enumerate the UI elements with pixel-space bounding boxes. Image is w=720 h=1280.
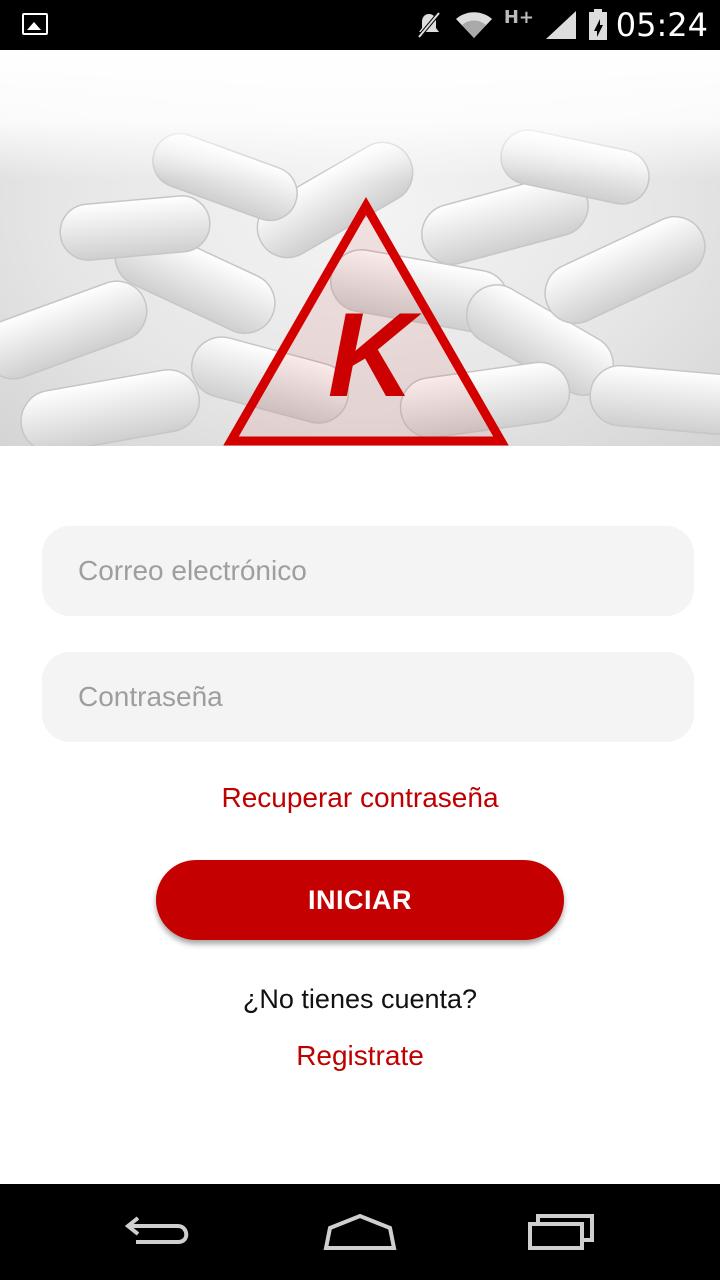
password-field[interactable]	[42, 652, 694, 742]
hero-fade	[0, 50, 720, 180]
hero-banner: K	[0, 50, 720, 446]
back-icon[interactable]	[120, 1208, 200, 1256]
signal-icon	[546, 11, 576, 39]
navigation-bar	[0, 1184, 720, 1280]
network-type: H+	[503, 6, 534, 28]
home-icon[interactable]	[320, 1208, 400, 1256]
image-notification-icon	[22, 13, 48, 35]
muted-icon	[417, 11, 441, 39]
brand-logo: K	[223, 196, 509, 446]
status-icons: H+	[414, 6, 608, 44]
clock: 05:24	[615, 6, 708, 44]
battery-icon	[589, 9, 607, 40]
recent-apps-icon[interactable]	[520, 1208, 600, 1256]
email-field[interactable]	[42, 526, 694, 616]
login-button[interactable]: INICIAR	[156, 860, 564, 940]
recover-password-link[interactable]: Recuperar contraseña	[0, 782, 720, 814]
logo-letter: K	[328, 288, 422, 422]
register-link[interactable]: Registrate	[0, 1040, 720, 1072]
no-account-text: ¿No tienes cuenta?	[242, 984, 478, 1014]
wifi-icon	[455, 12, 492, 38]
status-bar: H+ 05:24	[0, 0, 720, 50]
